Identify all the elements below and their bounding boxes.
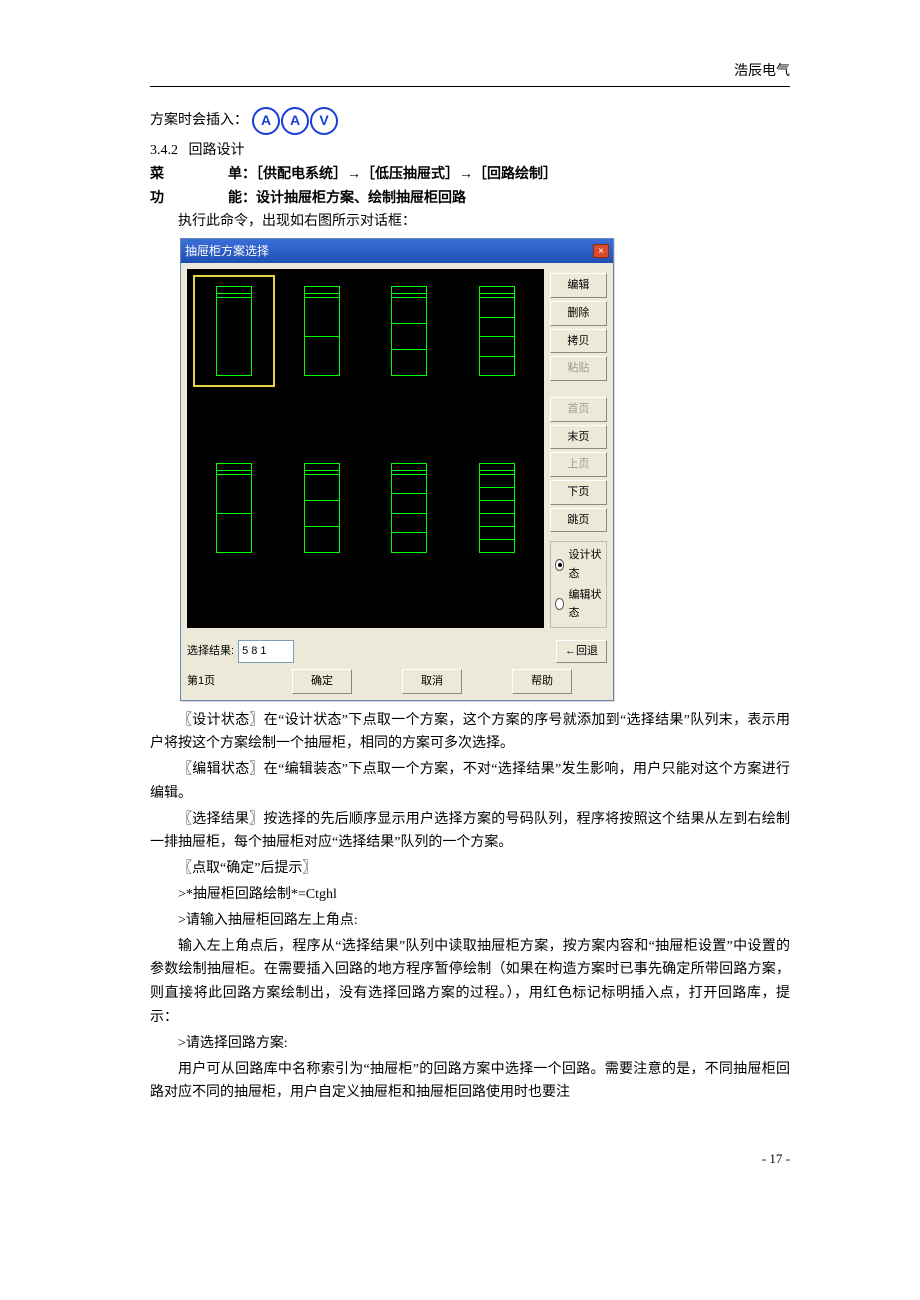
function-desc: 能：设计抽屉柜方案、绘制抽屉柜回路: [228, 191, 466, 206]
delete-button[interactable]: 删除: [550, 301, 607, 326]
section-number: 3.4.2: [150, 143, 178, 158]
menu-label: 菜: [150, 163, 228, 187]
page-number: - 17 -: [762, 1148, 790, 1170]
code-line: >请输入抽屉柜回路左上角点:: [150, 909, 790, 933]
design-state-label: 设计状态: [568, 546, 602, 583]
last-page-button[interactable]: 末页: [550, 425, 607, 450]
edit-button[interactable]: 编辑: [550, 273, 607, 298]
help-button[interactable]: 帮助: [512, 669, 572, 694]
prev-page-button[interactable]: 上页: [550, 452, 607, 477]
dialog-side-buttons: 编辑 删除 拷贝 粘贴 首页 末页 上页 下页 跳页 设计状态 编辑状态: [550, 269, 607, 628]
first-page-button[interactable]: 首页: [550, 397, 607, 422]
function-label: 功: [150, 187, 228, 211]
intro-prefix: 方案时会插入：: [150, 109, 248, 133]
body-text: 〖设计状态〗在“设计状态”下点取一个方案，这个方案的序号就添加到“选择结果”队列…: [150, 709, 790, 1106]
circled-v-icon: V: [310, 107, 338, 135]
section-title: 回路设计: [189, 143, 245, 158]
circled-icon-group: A A V: [252, 107, 339, 135]
design-state-radio[interactable]: 设计状态: [555, 546, 602, 583]
next-page-button[interactable]: 下页: [550, 480, 607, 505]
circled-a-icon: A: [281, 107, 309, 135]
paragraph: 〖设计状态〗在“设计状态”下点取一个方案，这个方案的序号就添加到“选择结果”队列…: [150, 709, 790, 757]
select-result-input[interactable]: 5 8 1: [238, 640, 294, 663]
scheme-thumbnail[interactable]: [281, 275, 363, 387]
scheme-thumbnail[interactable]: [456, 452, 538, 564]
menu-path: 单：［供配电系统］→［低压抽屉式］→［回路绘制］: [228, 167, 557, 182]
paragraph: 用户可从回路库中名称索引为“抽屉柜”的回路方案中选择一个回路。需要注意的是，不同…: [150, 1058, 790, 1106]
edit-state-radio[interactable]: 编辑状态: [555, 586, 602, 623]
paragraph: 〖点取“确定”后提示〗: [150, 857, 790, 881]
scheme-thumbnail[interactable]: [368, 275, 450, 387]
header-brand: 浩辰电气: [734, 60, 790, 84]
jump-page-button[interactable]: 跳页: [550, 508, 607, 533]
scheme-thumbnail[interactable]: [193, 452, 275, 564]
paste-button[interactable]: 粘贴: [550, 356, 607, 381]
paragraph: 输入左上角点后，程序从“选择结果”队列中读取抽屉柜方案，按方案内容和“抽屉柜设置…: [150, 935, 790, 1030]
scheme-gallery: [187, 269, 544, 628]
scheme-dialog: 抽屉柜方案选择 × 编辑 删除 拷贝 粘贴: [180, 238, 614, 700]
dialog-titlebar: 抽屉柜方案选择 ×: [181, 239, 613, 263]
copy-button[interactable]: 拷贝: [550, 329, 607, 354]
scheme-thumbnail[interactable]: [456, 275, 538, 387]
dialog-title: 抽屉柜方案选择: [185, 241, 269, 261]
select-result-label: 选择结果:: [187, 642, 234, 661]
back-button[interactable]: ←回退: [556, 640, 607, 663]
paragraph: 〖选择结果〗按选择的先后顺序显示用户选择方案的号码队列，程序将按照这个结果从左到…: [150, 808, 790, 856]
state-radio-group: 设计状态 编辑状态: [550, 541, 607, 628]
scheme-thumbnail[interactable]: [193, 275, 275, 387]
edit-state-label: 编辑状态: [568, 586, 602, 623]
circled-a-icon: A: [252, 107, 280, 135]
code-line: >*抽屉柜回路绘制*=Ctghl: [150, 883, 790, 907]
header-divider: [150, 86, 790, 87]
code-line: >请选择回路方案:: [150, 1032, 790, 1056]
scheme-thumbnail[interactable]: [368, 452, 450, 564]
exec-line: 执行此命令，出现如右图所示对话框：: [150, 210, 790, 234]
scheme-thumbnail[interactable]: [281, 452, 363, 564]
close-icon[interactable]: ×: [593, 244, 609, 258]
cancel-button[interactable]: 取消: [402, 669, 462, 694]
paragraph: 〖编辑状态〗在“编辑装态”下点取一个方案，不对“选择结果”发生影响，用户只能对这…: [150, 758, 790, 806]
ok-button[interactable]: 确定: [292, 669, 352, 694]
page-indicator: 第1页: [187, 672, 257, 691]
